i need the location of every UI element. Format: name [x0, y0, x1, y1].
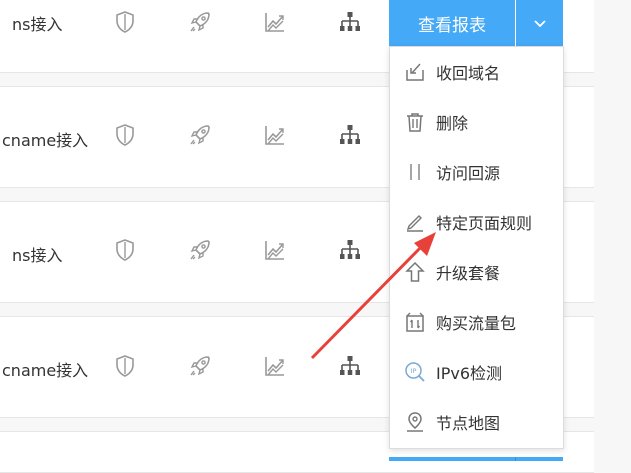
sitemap-icon[interactable] [338, 354, 362, 378]
view-report-label: 查看报表 [418, 15, 486, 36]
rocket-icon[interactable] [188, 10, 212, 34]
menu-item-origin-access[interactable]: 访问回源 [390, 147, 563, 197]
upgrade-arrow-icon [404, 261, 426, 283]
chart-trend-icon[interactable] [263, 123, 287, 147]
menu-item-label: 购买流量包 [436, 314, 517, 333]
ipv6-detect-icon: IP [404, 361, 426, 383]
menu-item-label: 节点地图 [436, 414, 501, 433]
access-type-label: cname接入 [2, 361, 89, 380]
origin-icon [404, 161, 426, 183]
view-report-button[interactable]: 查看报表 [389, 0, 515, 46]
access-type-label: cname接入 [2, 131, 89, 150]
more-actions-dropdown-button[interactable] [516, 0, 563, 46]
menu-item-upgrade-plan[interactable]: 升级套餐 [390, 247, 563, 297]
menu-item-buy-traffic[interactable]: 购买流量包 [390, 297, 563, 347]
sitemap-icon[interactable] [338, 10, 362, 34]
menu-item-delete[interactable]: 删除 [390, 97, 563, 147]
shield-icon[interactable] [113, 238, 137, 262]
rocket-icon[interactable] [188, 238, 212, 262]
svg-text:IP: IP [411, 367, 417, 375]
access-type-label: ns接入 [12, 15, 63, 34]
sitemap-icon[interactable] [338, 123, 362, 147]
menu-item-ipv6-check[interactable]: IP IPv6检测 [390, 347, 563, 397]
menu-item-retrieve-domain[interactable]: 收回域名 [390, 47, 563, 97]
rocket-icon[interactable] [188, 123, 212, 147]
retrieve-icon [404, 61, 426, 83]
trash-icon [404, 111, 426, 133]
menu-item-label: 访问回源 [436, 164, 501, 183]
chevron-down-icon [533, 14, 547, 33]
menu-item-label: 特定页面规则 [436, 214, 533, 233]
shield-icon[interactable] [113, 123, 137, 147]
shield-icon[interactable] [113, 354, 137, 378]
traffic-package-icon [404, 311, 426, 333]
chart-trend-icon[interactable] [263, 354, 287, 378]
chart-trend-icon[interactable] [263, 238, 287, 262]
chart-trend-icon[interactable] [263, 10, 287, 34]
menu-item-label: 升级套餐 [436, 264, 501, 283]
menu-item-label: 收回域名 [436, 64, 501, 83]
shield-icon[interactable] [113, 10, 137, 34]
menu-item-page-rules[interactable]: 特定页面规则 [390, 197, 563, 247]
rocket-icon[interactable] [188, 354, 212, 378]
view-report-button[interactable] [389, 457, 563, 461]
map-pin-icon [404, 411, 426, 433]
menu-item-label: IPv6检测 [436, 364, 503, 383]
sitemap-icon[interactable] [338, 238, 362, 262]
access-type-label: ns接入 [12, 246, 63, 265]
menu-item-label: 删除 [436, 114, 469, 133]
menu-item-node-map[interactable]: 节点地图 [390, 397, 563, 447]
pencil-icon [404, 211, 426, 233]
actions-dropdown-menu: 收回域名 删除 访问回源 特定页面规则 升级套餐 购买流量包 IP IPv6检测… [389, 46, 564, 449]
